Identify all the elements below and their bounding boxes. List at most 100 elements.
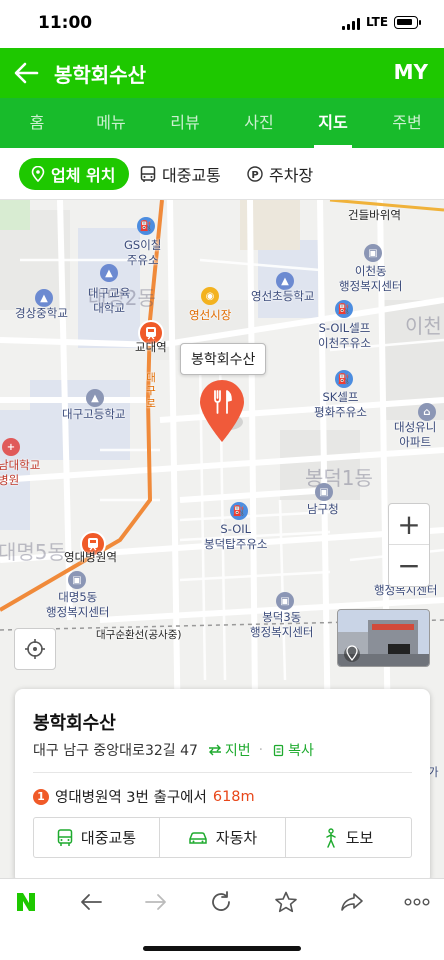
browser-forward-icon[interactable] (142, 888, 170, 916)
bus-icon (140, 165, 156, 182)
poi-geondeul-station[interactable]: 건들바위역 (348, 208, 401, 223)
svg-text:P: P (251, 170, 258, 181)
tab-nearby[interactable]: 주변 (370, 98, 444, 148)
zoom-control: + − (388, 503, 430, 587)
poi-bongdeok3-center[interactable]: 봉덕3동 행정복지센터 (250, 610, 313, 640)
street-view-thumbnail[interactable] (337, 609, 430, 667)
place-info-card: 봉학회수산 대구 남구 중앙대로32길 47 지번 · 복사 1 영대병원역 3… (15, 689, 430, 878)
poi-daeseong-apt[interactable]: 대성유니 아파트 (394, 420, 436, 450)
transit-chip[interactable]: 대중교통 (140, 158, 221, 190)
page-title: 봉학회수산 (54, 63, 146, 87)
bus-icon-2 (57, 828, 73, 846)
location-chip-label: 업체 위치 (51, 166, 116, 185)
tab-review[interactable]: 리뷰 (148, 98, 222, 148)
zoom-out-button[interactable]: − (389, 545, 429, 586)
pin-label[interactable]: 봉학회수산 (180, 343, 267, 375)
subway-info-row: 1 영대병원역 3번 출구에서 618m (33, 786, 255, 807)
status-bar: 11:00 LTE (0, 0, 444, 48)
subway-info-text: 영대병원역 3번 출구에서 (55, 790, 207, 806)
location-chip[interactable]: 업체 위치 (19, 158, 130, 190)
location-pin-icon (31, 166, 45, 182)
parking-chip[interactable]: P 주차장 (247, 158, 313, 190)
car-directions-button[interactable]: 자동차 (160, 818, 286, 857)
gas-station-icon-3: ⛽ (335, 370, 353, 388)
tab-home[interactable]: 홈 (0, 98, 74, 148)
walk-directions-label: 도보 (345, 829, 374, 847)
address-row: 대구 남구 중앙대로32길 47 지번 · 복사 (33, 740, 314, 760)
poi-gyeongsang-school[interactable]: 경상중학교 (15, 306, 68, 321)
subway-distance: 618m (212, 788, 255, 805)
tab-photo[interactable]: 사진 (222, 98, 296, 148)
apartment-icon: ⌂ (418, 403, 436, 421)
school-icon: ▲ (100, 264, 118, 282)
share-icon[interactable] (338, 888, 366, 916)
tab-bar: 홈 메뉴 리뷰 사진 지도 주변 (0, 98, 444, 148)
poi-daegu-high[interactable]: 대구고등학교 (62, 407, 125, 422)
my-button[interactable]: MY (394, 60, 428, 84)
railway-label: 대구순환선(공사중) (96, 629, 182, 641)
school-icon-2: ▲ (276, 272, 294, 290)
poi-daemyeong5-center[interactable]: 대명5동 행정복지센터 (46, 590, 109, 620)
address-text: 대구 남구 중앙대로32길 47 (33, 743, 198, 759)
poi-yeongseon-market[interactable]: 영선시장 (189, 308, 231, 323)
road-label-daegu-ro: 대구로 (146, 372, 156, 410)
home-indicator-area (0, 924, 444, 960)
poi-gs-gas[interactable]: GS이칠 주유소 (124, 238, 161, 268)
school-icon-4: ▲ (86, 389, 104, 407)
car-directions-label: 자동차 (215, 829, 258, 847)
back-arrow-icon[interactable] (12, 58, 42, 88)
signal-icon (342, 18, 362, 30)
walk-directions-button[interactable]: 도보 (286, 818, 411, 857)
copy-button[interactable]: 복사 (273, 740, 314, 760)
area-label-daemyeong5: 대명5동 (0, 540, 66, 564)
poi-yeongseon-school[interactable]: 영선초등학교 (251, 289, 314, 304)
home-indicator[interactable] (143, 946, 301, 951)
current-location-button[interactable] (14, 628, 56, 670)
browser-toolbar (0, 878, 444, 924)
poi-icheon-center[interactable]: 이천동 행정복지센터 (339, 264, 402, 294)
browser-back-icon[interactable] (77, 888, 105, 916)
poi-daegu-edu-univ[interactable]: 대구교육 대학교 (88, 286, 130, 316)
poi-soil-icheon[interactable]: S-OIL셀프 이천주유소 (318, 321, 371, 351)
separator-dot: · (258, 742, 264, 758)
poi-soil-bongdeok[interactable]: S-OIL 봉덕탑주유소 (204, 522, 267, 552)
location-marker-icon[interactable] (198, 380, 246, 444)
school-icon-3: ▲ (35, 289, 53, 307)
tab-map[interactable]: 지도 (296, 98, 370, 148)
map-filter-bar: 업체 위치 대중교통 P 주차장 (0, 148, 444, 200)
subway-line-badge: 1 (33, 788, 49, 805)
tab-menu[interactable]: 메뉴 (74, 98, 148, 148)
copy-label: 복사 (288, 743, 314, 759)
car-icon (189, 831, 207, 844)
network-label: LTE (366, 15, 389, 29)
jibeon-label: 지번 (224, 743, 251, 759)
zoom-in-button[interactable]: + (389, 504, 429, 545)
office-icon-3: ▣ (68, 571, 86, 589)
app-header: 봉학회수산 MY (0, 48, 444, 98)
poi-yeongdae-station[interactable]: 영대병원역 (64, 550, 117, 565)
jibeon-button[interactable]: 지번 (208, 740, 251, 760)
swap-arrows-icon (208, 744, 221, 756)
naver-logo-icon[interactable] (12, 888, 40, 916)
status-time: 11:00 (38, 13, 93, 33)
office-icon: ▣ (364, 244, 382, 262)
parking-chip-label: 주차장 (269, 166, 314, 185)
battery-icon (394, 16, 421, 29)
parking-icon: P (247, 166, 263, 182)
poi-sk-gas[interactable]: SK셀프 평화주유소 (314, 390, 367, 420)
transit-directions-button[interactable]: 대중교통 (34, 818, 160, 857)
refresh-icon[interactable] (207, 888, 235, 916)
bookmark-star-icon[interactable] (272, 888, 300, 916)
directions-buttons: 대중교통 자동차 도보 (33, 817, 412, 858)
poi-namgu-office[interactable]: 남구청 (307, 502, 339, 517)
copy-icon (273, 744, 284, 756)
office-icon-4: ▣ (276, 592, 294, 610)
area-label-icheon: 이천 (405, 314, 442, 338)
more-options-icon[interactable] (403, 888, 431, 916)
poi-gyodae-station[interactable]: 교대역 (135, 340, 167, 355)
office-icon-2: ▣ (315, 483, 333, 501)
poi-univ-hospital[interactable]: 남대학교 병원 (0, 458, 40, 488)
card-divider (33, 772, 412, 773)
map-view[interactable]: 대명2동 이천 봉덕1동 대명5동 건들바위역 ⛽ GS이칠 주유소 ▲ 대구교… (0, 200, 444, 878)
transit-chip-label: 대중교통 (162, 166, 221, 185)
